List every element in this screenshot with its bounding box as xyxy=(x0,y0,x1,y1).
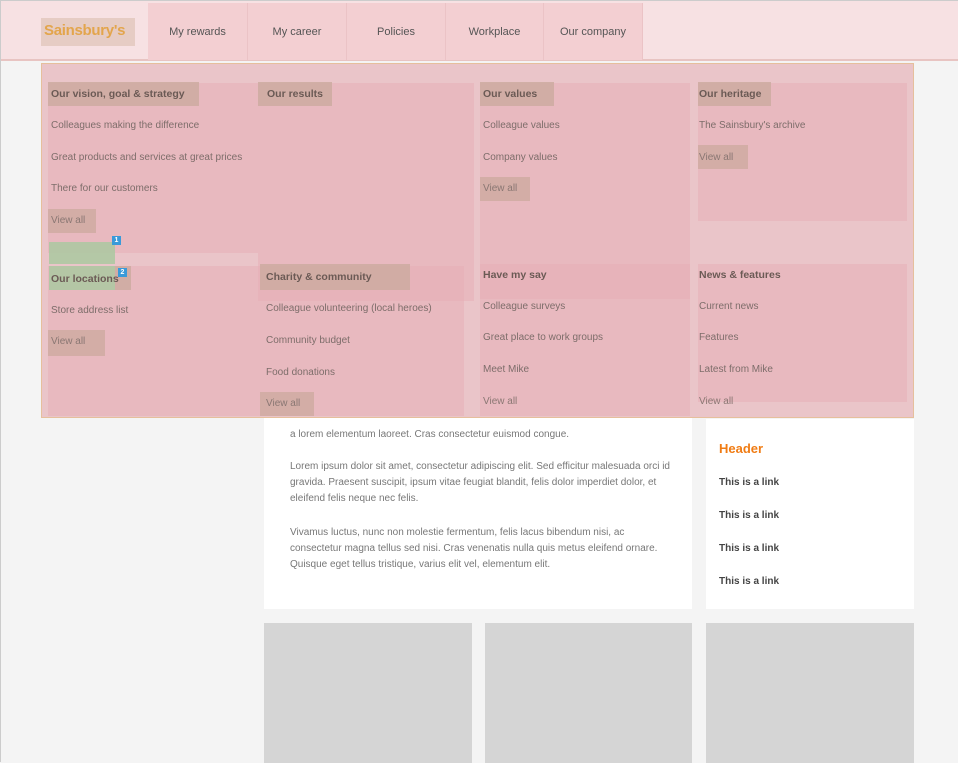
menu-link[interactable]: Meet Mike xyxy=(483,364,529,375)
section-title-heritage[interactable]: Our heritage xyxy=(699,88,761,100)
view-all-link[interactable]: View all xyxy=(699,396,733,407)
sidebar-header: Header xyxy=(719,441,764,456)
sidebar-card: Header This is a link This is a link Thi… xyxy=(706,419,914,609)
view-all-link[interactable]: View all xyxy=(51,336,85,347)
menu-link[interactable]: There for our customers xyxy=(51,183,158,194)
view-all-link[interactable]: View all xyxy=(699,152,733,163)
menu-link[interactable]: Food donations xyxy=(266,367,335,378)
nav-item-policies[interactable]: Policies xyxy=(347,3,446,60)
badge-2: 2 xyxy=(118,268,127,277)
menu-link[interactable]: Company values xyxy=(483,152,557,163)
view-all-link[interactable]: View all xyxy=(483,183,517,194)
body-paragraph: a lorem elementum laoreet. Cras consecte… xyxy=(290,429,570,440)
sidebar-link[interactable]: This is a link xyxy=(719,477,779,488)
section-title-results[interactable]: Our results xyxy=(267,88,323,100)
sainsburys-logo[interactable]: Sainsbury's xyxy=(44,22,125,39)
menu-link[interactable]: Colleagues making the difference xyxy=(51,120,199,131)
view-all-link[interactable]: View all xyxy=(51,215,85,226)
section-title-news[interactable]: News & features xyxy=(699,269,781,281)
nav-item-my-career[interactable]: My career xyxy=(248,3,347,60)
section-title-have-my-say[interactable]: Have my say xyxy=(483,269,547,281)
menu-link[interactable]: Latest from Mike xyxy=(699,364,773,375)
section-title-locations[interactable]: Our locations xyxy=(51,273,119,285)
mega-menu: Our vision, goal & strategy Colleagues m… xyxy=(41,63,914,418)
nav-item-our-company[interactable]: Our company xyxy=(544,3,643,60)
body-paragraph: Lorem ipsum dolor sit amet, consectetur … xyxy=(290,461,670,504)
sidebar-link[interactable]: This is a link xyxy=(719,543,779,554)
menu-link[interactable]: Community budget xyxy=(266,335,350,346)
locations-highlight xyxy=(49,242,115,264)
content-tile[interactable] xyxy=(264,623,472,763)
view-all-link[interactable]: View all xyxy=(266,398,300,409)
section-title-charity[interactable]: Charity & community xyxy=(266,271,372,283)
view-all-link[interactable]: View all xyxy=(483,396,517,407)
menu-link[interactable]: The Sainsbury's archive xyxy=(699,120,805,131)
sidebar-link[interactable]: This is a link xyxy=(719,510,779,521)
main-content-card: a lorem elementum laoreet. Cras consecte… xyxy=(264,406,692,609)
content-tile[interactable] xyxy=(485,623,692,763)
section-title-vision[interactable]: Our vision, goal & strategy xyxy=(51,88,185,100)
menu-link[interactable]: Great place to work groups xyxy=(483,332,603,343)
menu-link[interactable]: Store address list xyxy=(51,305,128,316)
menu-link[interactable]: Colleague volunteering (local heroes) xyxy=(266,303,432,314)
nav-item-workplace[interactable]: Workplace xyxy=(446,3,544,60)
menu-link[interactable]: Great products and services at great pri… xyxy=(51,152,242,163)
nav-item-my-rewards[interactable]: My rewards xyxy=(148,3,248,60)
menu-link[interactable]: Colleague values xyxy=(483,120,560,131)
badge-1: 1 xyxy=(112,236,121,245)
menu-link[interactable]: Current news xyxy=(699,301,758,312)
sidebar-link[interactable]: This is a link xyxy=(719,576,779,587)
menu-link[interactable]: Features xyxy=(699,332,738,343)
content-tile[interactable] xyxy=(706,623,914,763)
top-navigation: Sainsbury's My rewards My career Policie… xyxy=(1,1,958,61)
body-paragraph: Vivamus luctus, nunc non molestie fermen… xyxy=(290,527,658,570)
menu-link[interactable]: Colleague surveys xyxy=(483,301,565,312)
section-title-values[interactable]: Our values xyxy=(483,88,537,100)
